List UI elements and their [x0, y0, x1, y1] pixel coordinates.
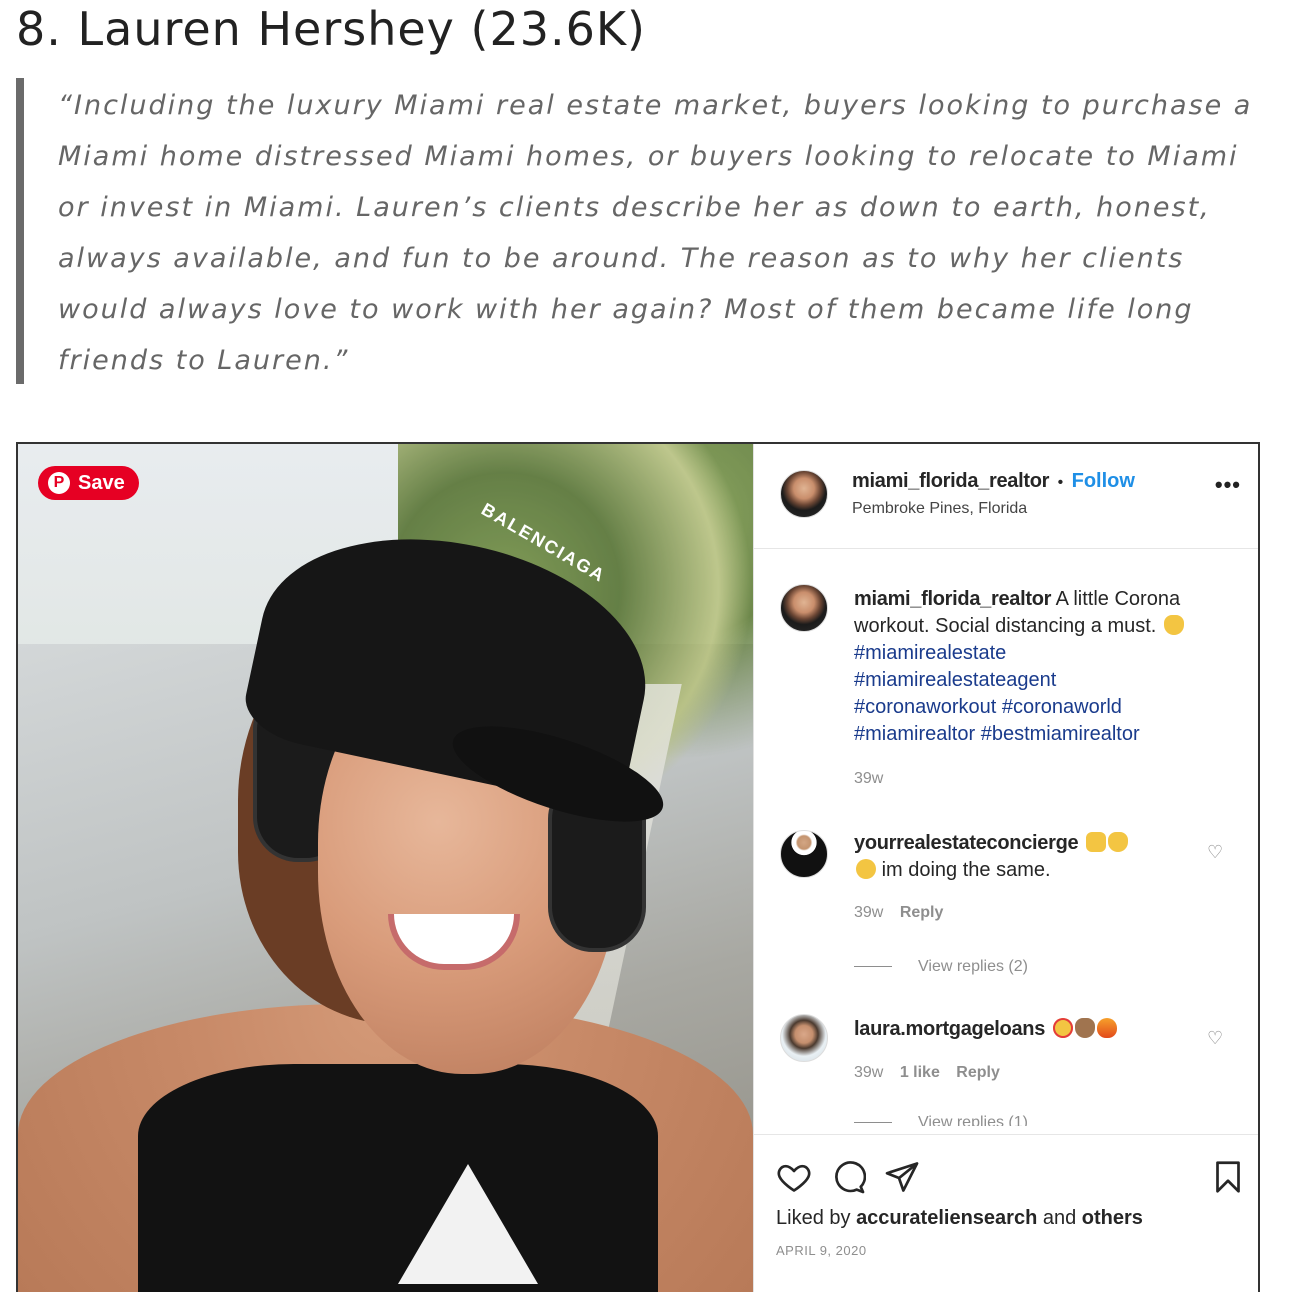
- author-line: miami_florida_realtor • Follow: [852, 470, 1135, 493]
- post-panel: miami_florida_realtor • Follow Pembroke …: [753, 444, 1258, 1292]
- hashtag[interactable]: #miamirealestate: [854, 642, 1006, 664]
- comment-avatar[interactable]: [780, 830, 828, 878]
- author-username[interactable]: miami_florida_realtor: [852, 470, 1049, 492]
- grinning-face-icon: [856, 859, 876, 879]
- article-heading: 8. Lauren Hershey (23.6K): [16, 2, 647, 56]
- comment-username[interactable]: yourrealestateconcierge: [854, 832, 1079, 854]
- like-heart-icon[interactable]: [776, 1159, 812, 1195]
- comment-like-heart-icon[interactable]: ♡: [1207, 842, 1225, 862]
- liked-by-line: Liked by accurateliensearch and others: [776, 1207, 1143, 1230]
- bookmark-icon[interactable]: [1210, 1159, 1246, 1195]
- separator-dot: •: [1057, 474, 1064, 491]
- pinterest-save-button[interactable]: P Save: [38, 466, 139, 500]
- view-replies-button[interactable]: View replies (2): [854, 958, 1028, 976]
- author-location[interactable]: Pembroke Pines, Florida: [852, 500, 1027, 518]
- hashtag[interactable]: #coronaworkout #coronaworld: [854, 696, 1122, 718]
- photo-trefoil-logo: [398, 1164, 538, 1284]
- liked-others[interactable]: others: [1082, 1207, 1143, 1229]
- comment-meta: 39w 1 like Reply: [854, 1064, 1000, 1082]
- follow-button[interactable]: Follow: [1072, 470, 1135, 492]
- blockquote: “Including the luxury Miami real estate …: [16, 78, 1266, 384]
- caption-time: 39w: [854, 770, 884, 787]
- caption: miami_florida_realtor A little Corona wo…: [854, 586, 1224, 748]
- comment-time: 39w: [854, 1064, 884, 1081]
- instagram-embed: BALENCIAGA P Save miami_florida_realtor …: [16, 442, 1260, 1292]
- comment-likes[interactable]: 1 like: [900, 1064, 940, 1081]
- flexed-biceps-icon: [1074, 1018, 1095, 1038]
- comment-meta: 39w Reply: [854, 904, 943, 922]
- author-avatar[interactable]: [780, 470, 828, 518]
- comment-username[interactable]: laura.mortgageloans: [854, 1018, 1045, 1040]
- reply-button[interactable]: Reply: [956, 1064, 1000, 1081]
- more-options-icon[interactable]: •••: [1215, 472, 1241, 498]
- liked-prefix: Liked by: [776, 1207, 851, 1229]
- caption-avatar[interactable]: [780, 584, 828, 632]
- hashtag[interactable]: #miamirealtor #bestmiamirealtor: [854, 723, 1140, 745]
- save-label: Save: [78, 471, 125, 494]
- comment: yourrealestateconcierge im doing the sam…: [854, 830, 1184, 884]
- comment-avatar[interactable]: [780, 1014, 828, 1062]
- comment-like-heart-icon[interactable]: ♡: [1207, 1028, 1225, 1048]
- post-footer: Liked by accurateliensearch and others A…: [754, 1134, 1258, 1292]
- fire-icon: [1096, 1018, 1117, 1038]
- quote-text: “Including the luxury Miami real estate …: [58, 90, 1253, 376]
- flexed-biceps-icon: [1163, 615, 1184, 635]
- view-replies-button[interactable]: View replies (1): [854, 1114, 1028, 1126]
- pinterest-icon: P: [48, 472, 70, 494]
- hashtag[interactable]: #miamirealestateagent: [854, 669, 1056, 691]
- liked-user[interactable]: accurateliensearch: [856, 1207, 1037, 1229]
- liked-and: and: [1042, 1207, 1077, 1229]
- post-header: miami_florida_realtor • Follow Pembroke …: [754, 444, 1258, 549]
- heart-eyes-icon: [1052, 1018, 1073, 1038]
- thumbs-up-icon: [1085, 832, 1106, 852]
- share-paper-plane-icon[interactable]: [884, 1159, 920, 1195]
- caption-username[interactable]: miami_florida_realtor: [854, 588, 1051, 610]
- flexed-biceps-icon: [1107, 832, 1128, 852]
- post-photo[interactable]: BALENCIAGA P Save: [18, 444, 753, 1292]
- comment-time: 39w: [854, 904, 884, 921]
- reply-button[interactable]: Reply: [900, 904, 944, 921]
- comment-bubble-icon[interactable]: [830, 1159, 866, 1195]
- post-date: APRIL 9, 2020: [776, 1243, 867, 1258]
- comment: laura.mortgageloans: [854, 1016, 1184, 1043]
- comment-text: im doing the same.: [881, 859, 1051, 881]
